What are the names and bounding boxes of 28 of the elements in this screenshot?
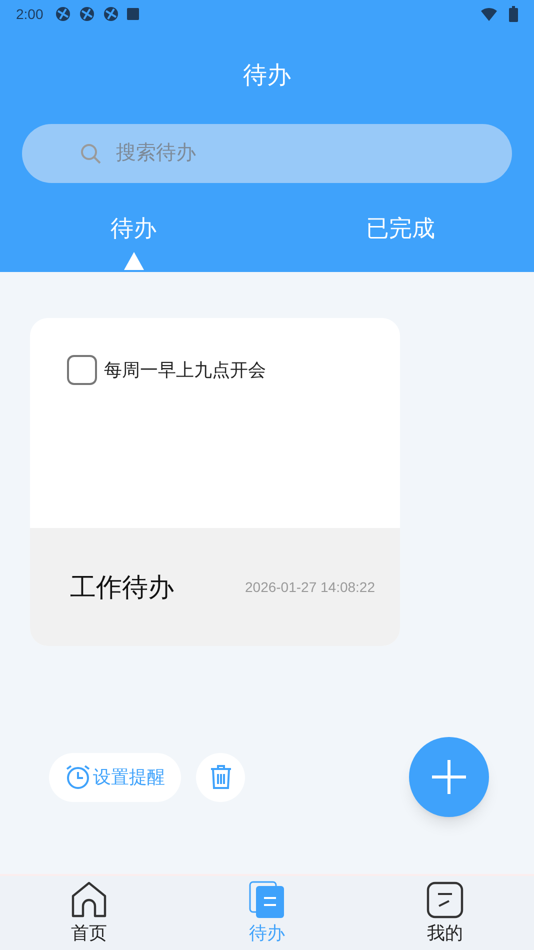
nav-item[interactable]: 待办 [178, 876, 356, 950]
category-title: 工作待办 [70, 570, 174, 604]
status-time: 2:00 [16, 4, 44, 24]
checkbox[interactable] [67, 355, 97, 385]
triangle-icon [124, 252, 144, 270]
plus-icon [432, 760, 466, 794]
tab[interactable]: 已完成 [366, 211, 435, 270]
trash-icon [210, 764, 232, 790]
aperture-icon [55, 6, 72, 22]
timestamp: 2026-01-27 14:08:22 [245, 578, 375, 596]
search-icon [80, 143, 102, 165]
todo-text: 每周一早上九点开会 [104, 358, 266, 382]
reminder-button[interactable]: 设置提醒 [49, 752, 181, 802]
delete-button[interactable] [196, 752, 245, 802]
document-icon [247, 880, 287, 920]
page-title: 待办 [243, 61, 291, 91]
aperture-icon [103, 6, 120, 22]
nav-item[interactable]: 首页 [0, 876, 178, 950]
wifi-icon [481, 7, 497, 21]
nav-item[interactable]: 我的 [356, 876, 534, 950]
alarm-clock-icon [65, 764, 91, 790]
tab[interactable]: 待办 [110, 211, 156, 270]
battery-icon [509, 6, 518, 22]
todo-card[interactable]: 每周一早上九点开会 工作待办 2026-01-27 14:08:22 [30, 318, 400, 646]
home-icon [69, 880, 109, 920]
profile-icon [425, 880, 465, 920]
search-field[interactable]: 搜索待办 [22, 124, 512, 183]
aperture-icon [79, 6, 96, 22]
